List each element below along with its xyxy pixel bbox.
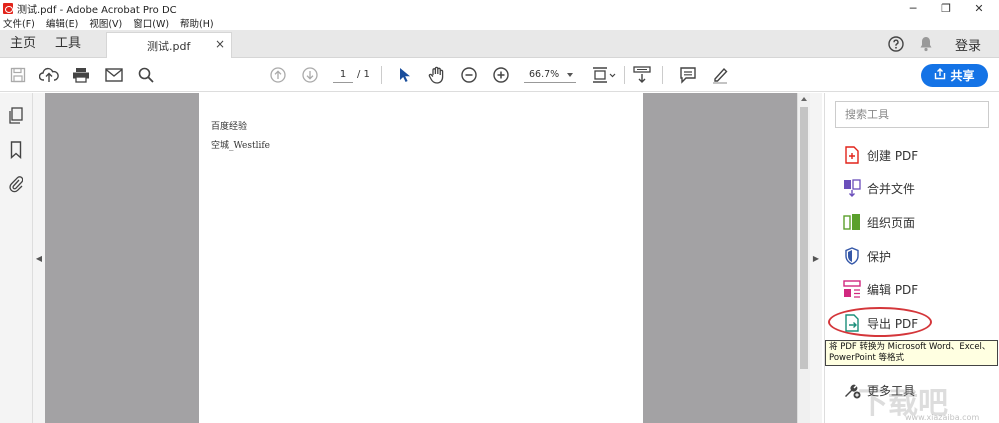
toolbar-divider <box>662 66 663 84</box>
next-page-icon[interactable] <box>300 65 320 85</box>
highlight-pen-icon[interactable] <box>710 65 730 85</box>
toolbar-divider <box>624 66 625 84</box>
tab-tools[interactable]: 工具 <box>55 30 81 58</box>
watermark-url: www.xiazaiba.com <box>905 413 980 422</box>
tools-pane: 搜索工具 创建 PDF 合并文件 组织页面 保护 编辑 PDF 导出 PDF 更… <box>824 93 999 423</box>
tool-create-pdf[interactable]: 创建 PDF <box>843 144 918 166</box>
tab-document[interactable]: 测试.pdf × <box>106 32 232 58</box>
page-total: / 1 <box>357 69 370 80</box>
tab-close-icon[interactable]: × <box>215 37 225 51</box>
vertical-scrollbar[interactable] <box>797 93 810 423</box>
tool-label: 组织页面 <box>867 215 916 230</box>
tool-protect[interactable]: 保护 <box>843 245 891 267</box>
toolbar: 1 / 1 66.7% <box>0 58 999 92</box>
window-title: 测试.pdf - Adobe Acrobat Pro DC <box>17 4 177 16</box>
title-bar: 测试.pdf - Adobe Acrobat Pro DC <box>0 0 999 16</box>
chevron-down-icon <box>567 73 573 77</box>
edit-pdf-icon <box>843 280 861 298</box>
share-label: 共享 <box>950 69 975 83</box>
login-link[interactable]: 登录 <box>955 35 981 54</box>
tool-label: 编辑 PDF <box>867 282 919 297</box>
tool-organize-pages[interactable]: 组织页面 <box>843 211 915 233</box>
menu-file[interactable]: 文件(F) <box>3 16 35 30</box>
select-cursor-icon[interactable] <box>395 65 415 85</box>
email-icon[interactable] <box>104 65 124 85</box>
minimize-button[interactable]: ─ <box>897 0 929 16</box>
print-icon[interactable] <box>71 65 91 85</box>
tool-edit-pdf[interactable]: 编辑 PDF <box>843 278 918 300</box>
left-navigation-rail <box>0 93 33 423</box>
create-pdf-icon <box>843 146 861 164</box>
zoom-level-value: 66.7% <box>529 69 560 80</box>
save-icon[interactable] <box>8 65 28 85</box>
search-tools-input[interactable]: 搜索工具 <box>835 101 989 128</box>
menu-bar: 文件(F) 编辑(E) 视图(V) 窗口(W) 帮助(H) <box>0 16 225 30</box>
share-button[interactable]: 共享 <box>921 64 988 87</box>
cloud-upload-icon[interactable] <box>39 65 59 85</box>
bookmark-icon[interactable] <box>7 141 25 159</box>
menu-help[interactable]: 帮助(H) <box>180 16 214 30</box>
maximize-button[interactable]: ❐ <box>930 0 962 16</box>
menu-window[interactable]: 窗口(W) <box>133 16 169 30</box>
search-icon[interactable] <box>136 65 156 85</box>
hand-tool-icon[interactable] <box>427 65 447 85</box>
document-text-line: 百度经验 <box>211 122 248 132</box>
scrollbar-thumb[interactable] <box>800 107 808 369</box>
tab-home[interactable]: 主页 <box>10 30 36 58</box>
comment-icon[interactable] <box>678 65 698 85</box>
tab-bar: 主页 工具 测试.pdf × <box>0 30 999 58</box>
pdf-page: 百度经验 空城_Westlife <box>199 93 643 423</box>
previous-page-icon[interactable] <box>268 65 288 85</box>
page-thumbnails-icon[interactable] <box>7 107 25 125</box>
organize-pages-icon <box>843 213 861 231</box>
scroll-mode-icon[interactable] <box>632 65 652 85</box>
menu-edit[interactable]: 编辑(E) <box>46 16 78 30</box>
toolbar-divider <box>381 66 382 84</box>
zoom-level-dropdown[interactable]: 66.7% <box>524 67 576 83</box>
combine-files-icon <box>843 179 861 197</box>
close-window-button[interactable]: ✕ <box>963 0 995 16</box>
right-panel-collapse-handle[interactable]: ▶ <box>810 93 822 423</box>
tool-label: 创建 PDF <box>867 148 919 163</box>
notification-bell-icon[interactable] <box>917 35 935 53</box>
tool-combine-files[interactable]: 合并文件 <box>843 177 915 199</box>
attachment-paperclip-icon[interactable] <box>7 175 25 193</box>
tab-document-label: 测试.pdf <box>147 40 191 53</box>
scroll-up-arrow-icon[interactable] <box>801 97 807 101</box>
acrobat-logo-icon <box>3 2 13 14</box>
page-number-input[interactable]: 1 <box>333 67 353 83</box>
help-icon[interactable] <box>887 35 905 53</box>
share-icon <box>934 68 946 83</box>
tool-label: 合并文件 <box>867 181 916 196</box>
menu-view[interactable]: 视图(V) <box>89 16 122 30</box>
zoom-out-icon[interactable] <box>459 65 479 85</box>
fit-page-icon[interactable] <box>590 65 618 85</box>
tool-label: 保护 <box>867 249 892 264</box>
export-pdf-tooltip: 将 PDF 转换为 Microsoft Word、Excel、PowerPoin… <box>825 340 998 366</box>
left-panel-collapse-handle[interactable]: ◀ <box>33 93 45 423</box>
zoom-in-icon[interactable] <box>491 65 511 85</box>
document-text-line: 空城_Westlife <box>211 141 270 151</box>
annotation-highlight-ring <box>828 307 932 337</box>
shield-icon <box>843 247 861 265</box>
